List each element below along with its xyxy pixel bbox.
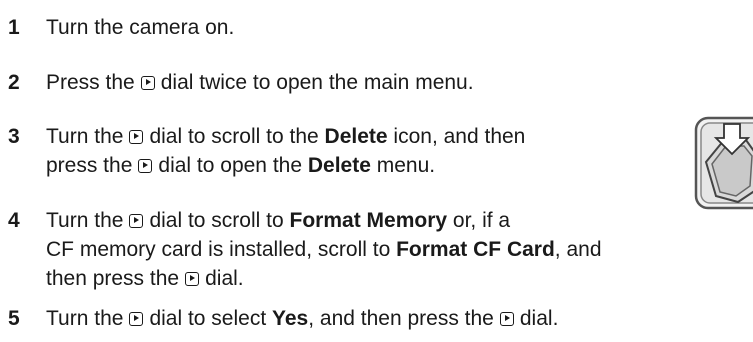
- playback-dial-icon: [499, 312, 514, 326]
- step-number: 2: [8, 71, 20, 94]
- playback-dial-icon: [185, 272, 200, 286]
- step-number: 4: [8, 209, 20, 232]
- playback-dial-icon: [129, 214, 144, 228]
- step-number: 1: [8, 16, 20, 39]
- playback-dial-icon: [138, 159, 153, 173]
- step-text: Turn the dial to select Yes, and then pre…: [46, 307, 559, 330]
- step-text: Turn the camera on.: [46, 16, 235, 39]
- step-text: Press the dial twice to open the main men…: [46, 71, 474, 94]
- playback-dial-icon: [129, 312, 144, 326]
- playback-dial-icon: [129, 130, 144, 144]
- step-text: Turn the dial to scroll to Format Memory …: [46, 209, 602, 290]
- delete-menu-icon: [694, 116, 753, 210]
- step-number: 5: [8, 307, 20, 330]
- step-number: 3: [8, 125, 20, 148]
- step-text: Turn the dial to scroll to the Delete ico…: [46, 125, 526, 177]
- playback-dial-icon: [140, 76, 155, 90]
